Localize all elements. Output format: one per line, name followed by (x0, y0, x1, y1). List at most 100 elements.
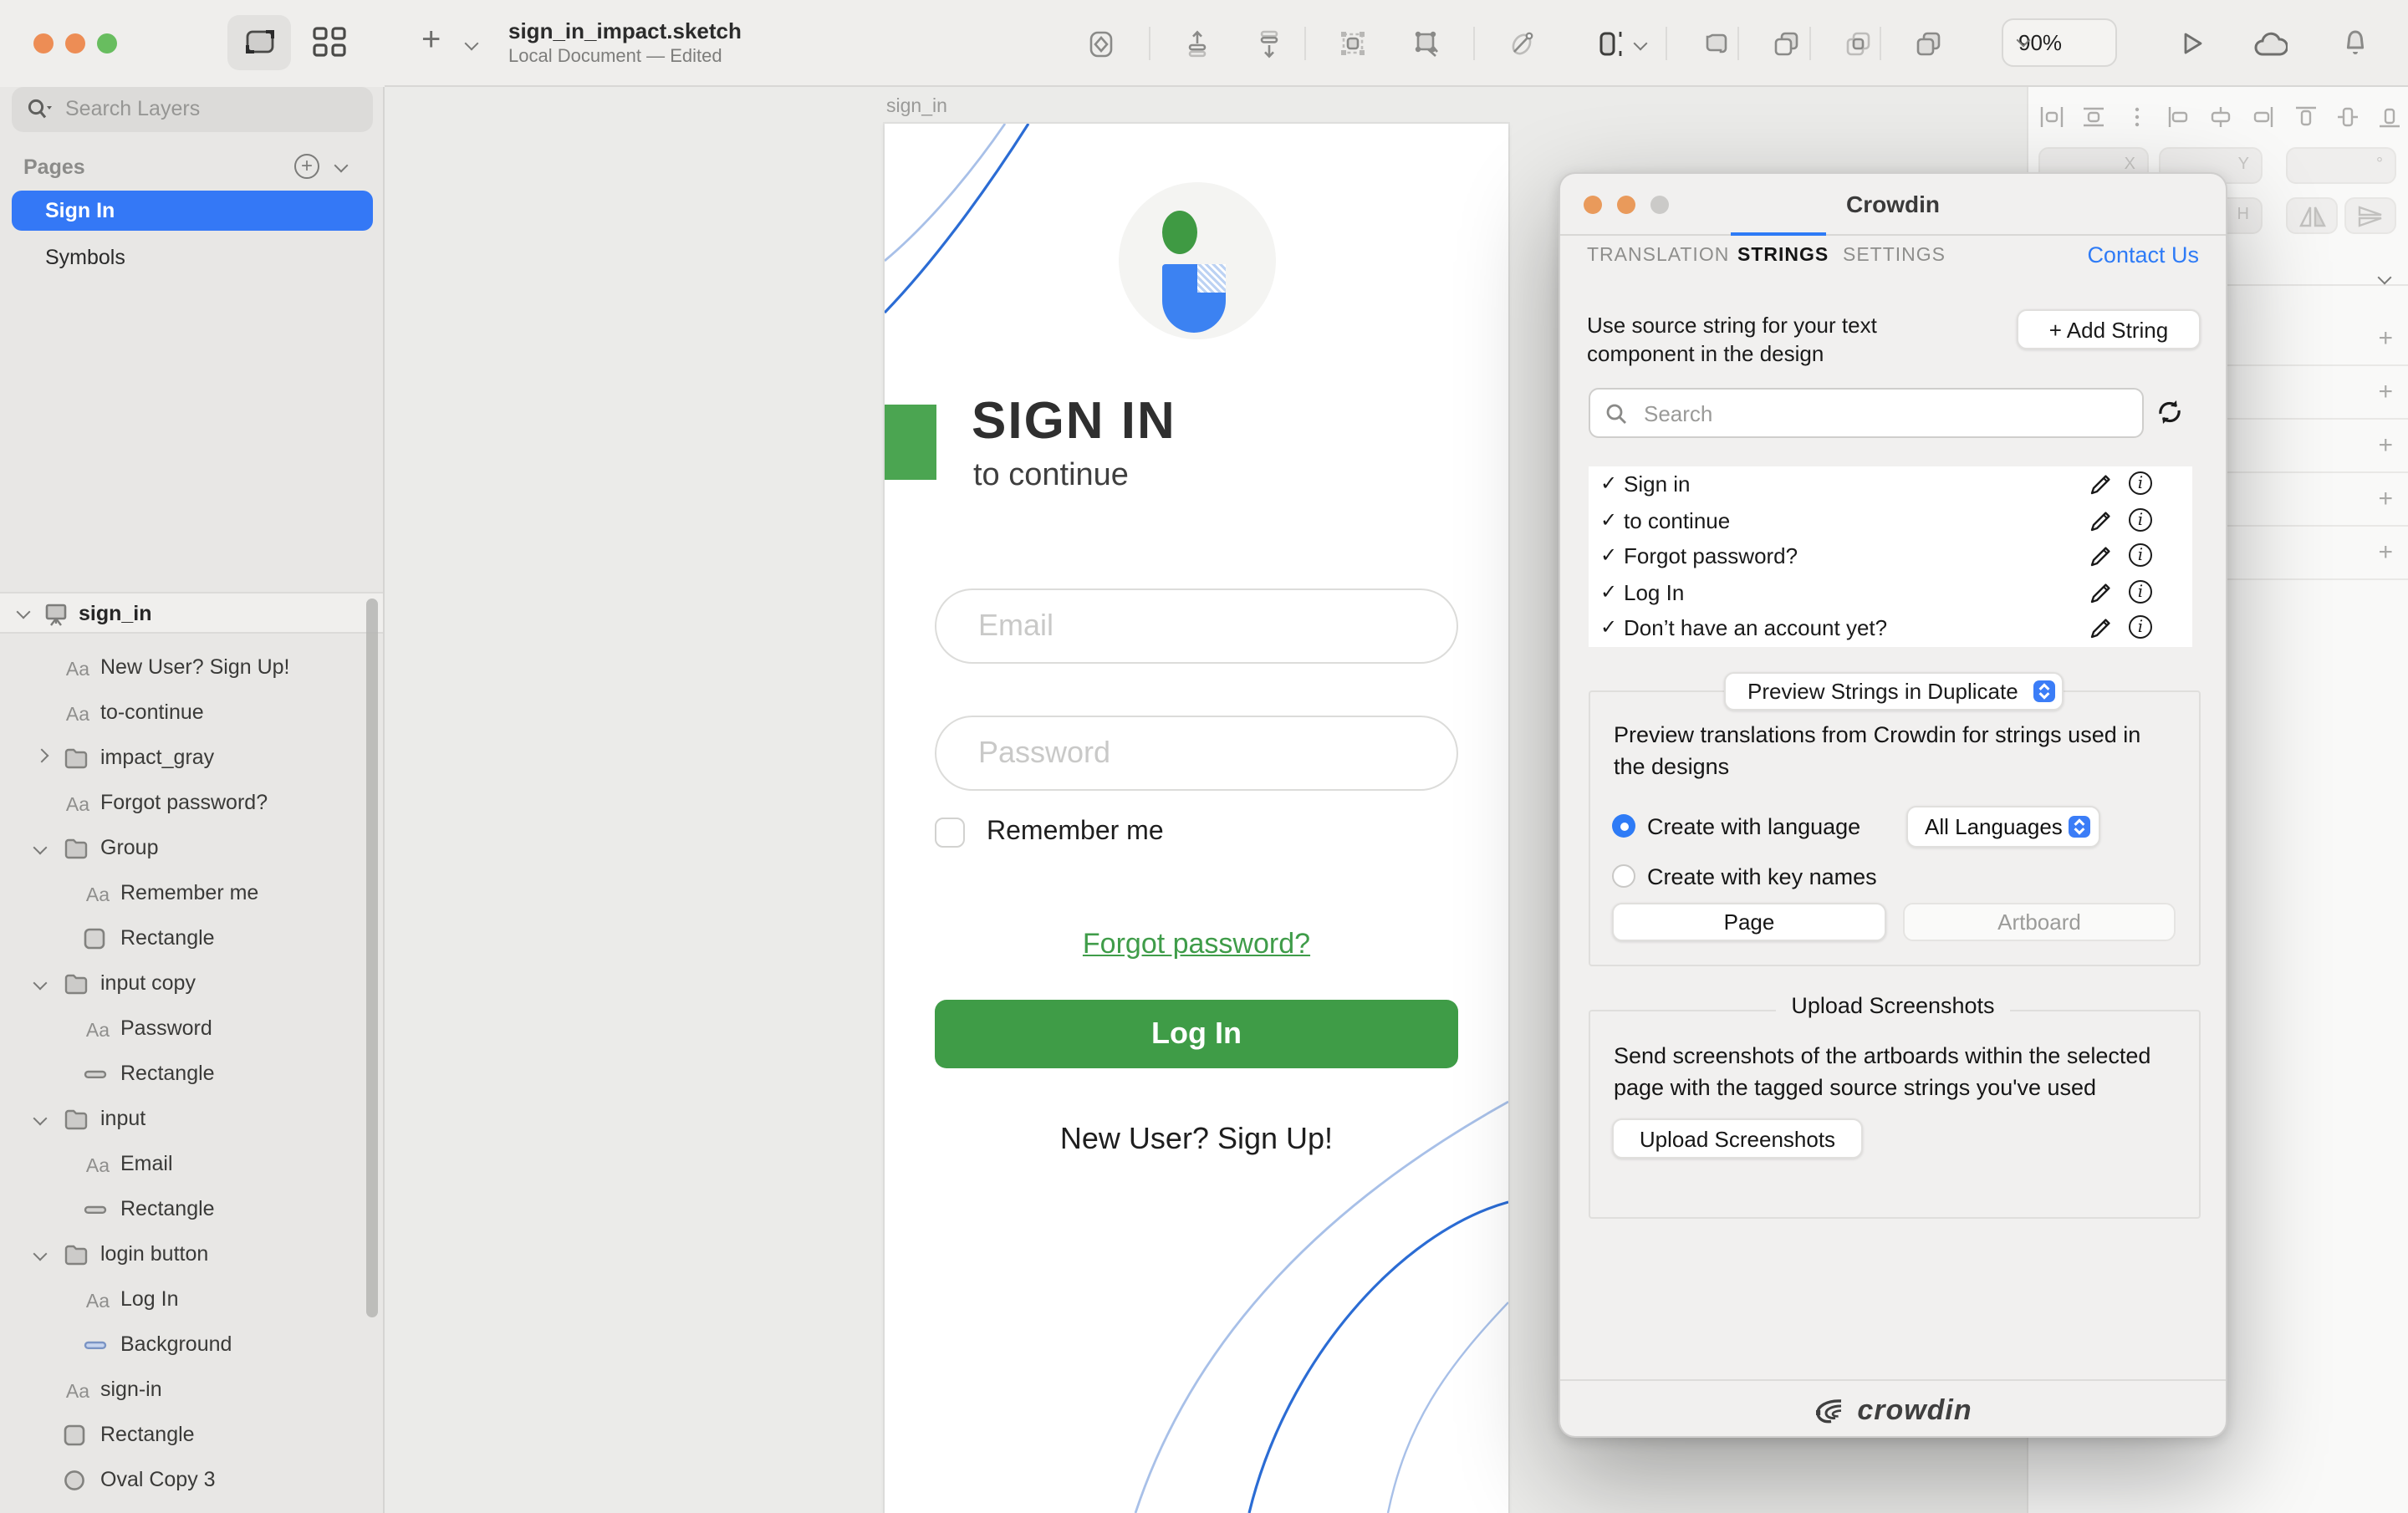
insert-chevron-icon[interactable] (465, 37, 479, 51)
create-with-key-names-radio[interactable] (1612, 864, 1635, 888)
layer-row-rectangle[interactable]: Rectangle (0, 1413, 383, 1458)
string-row-sign-in[interactable]: ✓Sign ini (1589, 466, 2192, 502)
string-info-icon[interactable]: i (2129, 579, 2152, 603)
ungroup-icon[interactable] (1411, 30, 1440, 59)
login-button[interactable]: Log In (935, 1000, 1458, 1068)
union-icon[interactable] (1702, 30, 1731, 59)
layer-row-rectangle[interactable]: Rectangle (0, 1052, 383, 1097)
string-info-icon[interactable]: i (2129, 471, 2152, 495)
remember-me-checkbox[interactable] (935, 818, 965, 848)
grid-view-toggle[interactable] (313, 27, 346, 60)
rotation-field[interactable]: ° (2286, 147, 2396, 184)
string-row-to-continue[interactable]: ✓to continuei (1589, 502, 2192, 538)
distribute-vertical-icon[interactable] (2083, 105, 2106, 129)
sidebar-page-symbols[interactable]: Symbols (12, 237, 373, 278)
layer-chevron-icon[interactable] (33, 1247, 48, 1261)
edit-string-icon[interactable] (2089, 615, 2114, 640)
edit-string-icon[interactable] (2089, 471, 2114, 497)
resize-icon[interactable] (1594, 30, 1622, 59)
layer-row-to-continue[interactable]: Aato-continue (0, 690, 383, 736)
layer-row-input[interactable]: input (0, 1097, 383, 1142)
notifications-bell-button[interactable] (2341, 28, 2370, 59)
resize-chevron-icon[interactable] (1634, 37, 1648, 51)
preview-strings-dropdown[interactable]: Preview Strings in Duplicate (1724, 672, 2064, 711)
string-row-log-in[interactable]: ✓Log Ini (1589, 574, 2192, 610)
play-preview-button[interactable] (2179, 30, 2206, 57)
password-field[interactable] (935, 716, 1458, 791)
more-dots-icon[interactable] (2125, 105, 2148, 129)
difference-icon[interactable] (1915, 30, 1943, 59)
layer-row-sign-in[interactable]: Aasign-in (0, 1368, 383, 1413)
string-info-icon[interactable]: i (2129, 507, 2152, 531)
close-window-button[interactable] (33, 33, 54, 53)
layer-chevron-icon[interactable] (33, 976, 48, 991)
page-button[interactable]: Page (1612, 903, 1886, 941)
search-layers-field[interactable] (12, 87, 373, 132)
tab-translation[interactable]: TRANSLATION (1587, 246, 1729, 266)
sidebar-page-sign-in[interactable]: Sign In (12, 191, 373, 231)
layer-row-input-copy[interactable]: input copy (0, 961, 383, 1006)
add-style-button[interactable]: + (2378, 431, 2393, 460)
tab-strings[interactable]: STRINGS (1737, 246, 1829, 266)
edit-string-icon[interactable] (2089, 507, 2114, 532)
layer-chevron-icon[interactable] (35, 749, 49, 763)
signup-label[interactable]: New User? Sign Up! (885, 1122, 1508, 1157)
all-languages-dropdown[interactable]: All Languages (1906, 806, 2100, 848)
align-middle-v-icon[interactable] (2336, 105, 2360, 129)
pages-collapse-chevron-icon[interactable] (334, 159, 349, 173)
artboard-title-label[interactable]: sign_in (886, 97, 947, 117)
layer-row-group[interactable]: Group (0, 826, 383, 871)
add-style-button[interactable]: + (2378, 378, 2393, 406)
signin-artboard[interactable]: SIGN IN to continue Remember me Forgot p… (885, 124, 1508, 1513)
crowdin-search-input[interactable] (1640, 393, 2125, 433)
layer-row-login-button[interactable]: login button (0, 1232, 383, 1277)
layer-row-background[interactable]: Background (0, 1322, 383, 1368)
layer-row-log-in[interactable]: AaLog In (0, 1277, 383, 1322)
cloud-sync-button[interactable] (2254, 32, 2288, 57)
distribute-horizontal-icon[interactable] (2040, 105, 2064, 129)
add-page-button[interactable]: + (294, 154, 319, 179)
edit-string-icon[interactable] (2089, 579, 2114, 604)
create-with-language-radio[interactable] (1612, 814, 1635, 838)
email-field[interactable] (935, 588, 1458, 664)
layer-row-email[interactable]: AaEmail (0, 1142, 383, 1187)
intersect-icon[interactable] (1844, 30, 1873, 59)
layers-view-toggle[interactable] (227, 15, 291, 70)
crowdin-search-field[interactable] (1589, 388, 2144, 438)
crowdin-titlebar[interactable]: Crowdin (1560, 174, 2226, 236)
move-backward-icon[interactable] (1256, 30, 1284, 59)
contact-us-link[interactable]: Contact Us (2087, 242, 2199, 267)
layer-chevron-icon[interactable] (33, 1112, 48, 1126)
forgot-password-link[interactable]: Forgot password? (885, 928, 1508, 961)
crowdin-plugin-window[interactable]: Crowdin TRANSLATION STRINGS SETTINGS Conta… (1559, 172, 2227, 1438)
string-row-don-t-have-an-account-yet-[interactable]: ✓Don’t have an account yet?i (1589, 610, 2192, 646)
string-row-forgot-password-[interactable]: ✓Forgot password?i (1589, 538, 2192, 574)
edit-string-icon[interactable] (2089, 543, 2114, 568)
artboard-chevron-icon[interactable] (17, 605, 31, 619)
string-info-icon[interactable]: i (2129, 543, 2152, 567)
subtract-icon[interactable] (1773, 30, 1801, 59)
add-style-button[interactable]: + (2378, 324, 2393, 353)
align-bottom-icon[interactable] (2378, 105, 2401, 129)
add-style-button[interactable]: + (2378, 485, 2393, 513)
artboard-list-header[interactable]: sign_in (0, 592, 383, 634)
insert-shape-icon[interactable] (1087, 30, 1115, 59)
layer-row-password[interactable]: AaPassword (0, 1006, 383, 1052)
add-style-button[interactable]: + (2378, 538, 2393, 567)
layer-row-new-user-sign-up-[interactable]: AaNew User? Sign Up! (0, 645, 383, 690)
upload-screenshots-button[interactable]: Upload Screenshots (1612, 1118, 1863, 1159)
layer-row-oval-copy-3[interactable]: Oval Copy 3 (0, 1458, 383, 1503)
group-icon[interactable] (1339, 30, 1368, 59)
flip-horizontal-button[interactable] (2286, 197, 2338, 234)
flip-vertical-button[interactable] (2344, 197, 2396, 234)
tab-settings[interactable]: SETTINGS (1843, 246, 1946, 266)
align-right-icon[interactable] (2252, 105, 2275, 129)
layer-row-forgot-password-[interactable]: AaForgot password? (0, 781, 383, 826)
email-input[interactable] (936, 590, 1457, 662)
layer-chevron-icon[interactable] (33, 841, 48, 855)
inspector-section-chevron-icon[interactable] (2378, 271, 2392, 285)
string-info-icon[interactable]: i (2129, 615, 2152, 639)
insert-plus-button[interactable]: + (421, 23, 441, 57)
zoom-level-dropdown[interactable]: 90% (2002, 18, 2117, 67)
search-layers-input[interactable] (62, 89, 346, 129)
